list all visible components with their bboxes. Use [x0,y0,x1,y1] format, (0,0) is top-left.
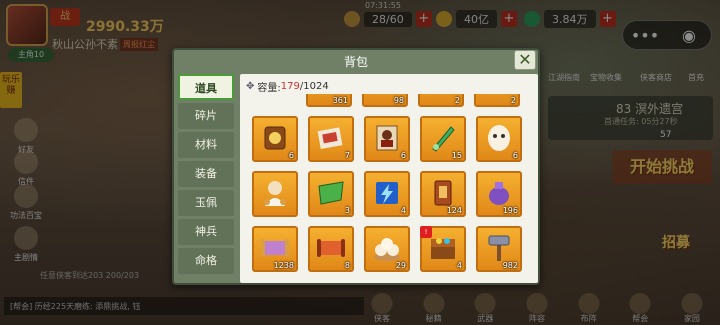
item-cell[interactable]: 124 [420,171,466,217]
capacity-icon: ✥ [246,81,255,92]
item-cell[interactable]: 2 [474,94,520,107]
tab-fragments[interactable]: 碎片 [178,103,234,129]
item-cell[interactable]: 3 [308,171,354,217]
tab-props[interactable]: 道具 [178,74,234,100]
item-cell[interactable]: 6 [364,116,410,162]
capacity-row: ✥ 容量: 179 /1024 [246,79,329,94]
hammer-icon [488,235,510,261]
blue-lightning-card-icon [376,182,398,204]
item-cell[interactable]: ! 4 [420,226,466,272]
jade-sword-icon [432,126,455,152]
capacity-current: 179 [280,81,300,92]
item-cell[interactable] [252,171,298,217]
item-cell[interactable]: 361 [306,94,352,107]
ghost-mask-icon [488,125,510,151]
steamed-buns-icon [374,238,400,261]
scroll-painting-icon [317,127,343,149]
bag-panel: 背包 ✕ 道具 碎片 材料 装备 玉佩 神兵 命格 ✥ 容量: 179 /102… [172,48,540,285]
item-cell[interactable]: 2 [418,94,464,107]
close-button[interactable]: ✕ [514,50,536,70]
item-cell[interactable]: 4 [364,171,410,217]
immortal-elder-icon [264,181,286,206]
battle-scroll-icon [317,239,345,257]
tab-jade[interactable]: 玉佩 [178,190,234,216]
item-cell[interactable]: 6 [252,116,298,162]
capacity-label: 容量: [257,83,281,94]
tab-equipment[interactable]: 装备 [178,161,234,187]
item-cell[interactable]: 982 [476,226,522,272]
bag-content: ✥ 容量: 179 /1024 361 98 2 2 6 7 6 15 6 3 … [240,74,538,283]
tab-fate[interactable]: 命格 [178,248,234,274]
item-cell[interactable]: 196 [476,171,522,217]
capacity-total: /1024 [299,81,329,92]
item-grid: 361 98 2 2 6 7 6 15 6 3 4 124 196 1238 8… [252,94,532,283]
treasure-box-icon [431,238,455,259]
item-cell[interactable]: 15 [420,116,466,162]
token-plaque-icon [264,126,286,150]
item-cell[interactable]: 7 [308,116,354,162]
bag-title: 背包 [343,55,368,69]
item-cell[interactable]: 6 [476,116,522,162]
purple-pouch-icon [489,182,509,205]
green-banner-icon [318,181,344,205]
tab-divine-weapons[interactable]: 神兵 [178,219,234,245]
recruit-scroll-icon [261,239,289,257]
warrior-card-icon [376,125,398,151]
item-cell[interactable]: 29 [364,226,410,272]
item-cell[interactable]: 98 [362,94,408,107]
bag-tabs: 道具 碎片 材料 装备 玉佩 神兵 命格 [178,74,234,282]
item-cell[interactable]: 1238 [252,226,298,272]
item-cell[interactable]: 8 [308,226,354,272]
command-token-icon [434,180,452,206]
tab-materials[interactable]: 材料 [178,132,234,158]
